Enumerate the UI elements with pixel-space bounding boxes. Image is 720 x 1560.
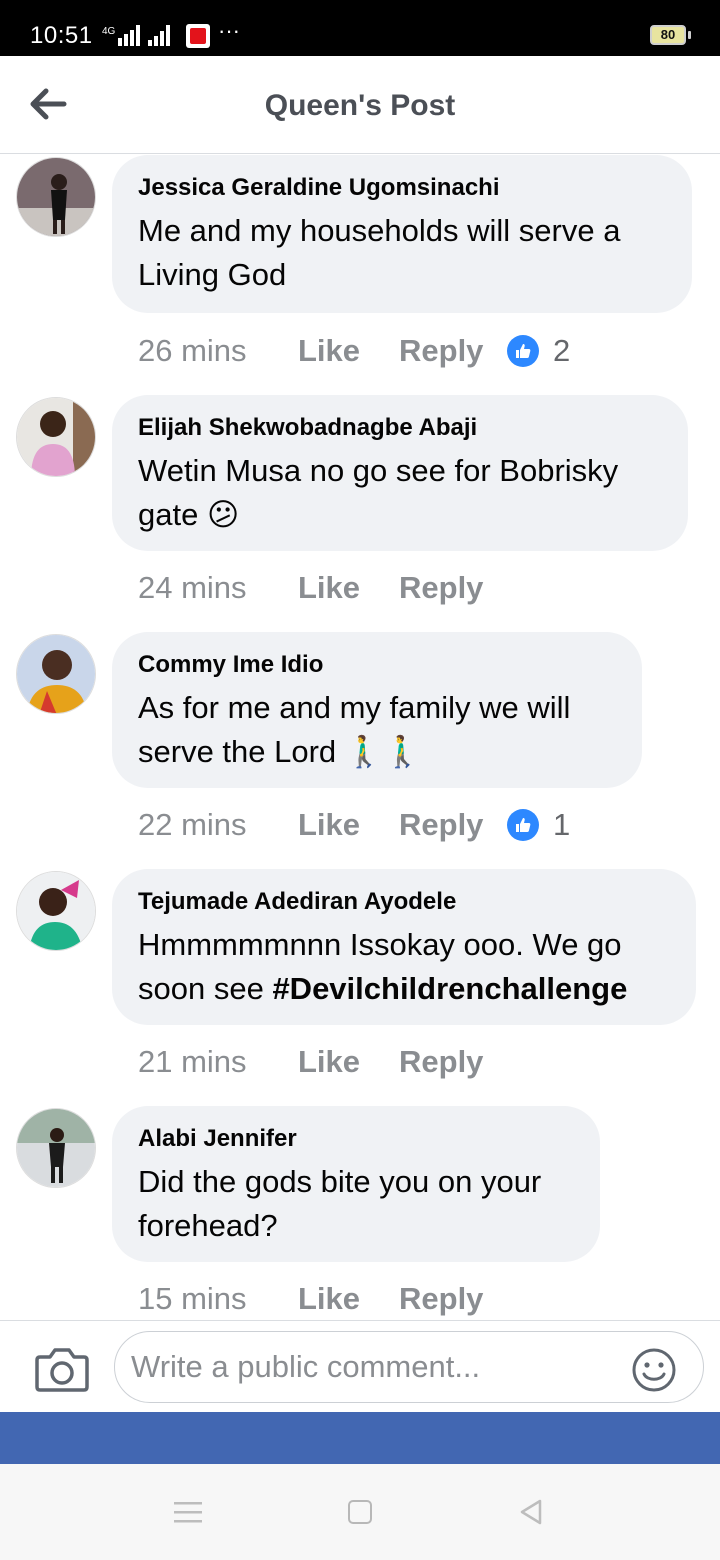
comment-author[interactable]: Elijah Shekwobadnagbe Abaji xyxy=(138,413,662,443)
avatar[interactable] xyxy=(16,157,96,237)
battery-level: 80 xyxy=(660,27,676,42)
page-title: Queen's Post xyxy=(264,89,456,122)
reaction-summary[interactable]: 2 xyxy=(507,331,570,371)
svg-text:4G: 4G xyxy=(102,26,116,37)
avatar[interactable] xyxy=(16,871,96,951)
camera-icon[interactable] xyxy=(34,1345,90,1393)
like-button[interactable]: Like xyxy=(298,1042,360,1082)
battery-nub xyxy=(688,31,691,39)
comment-time[interactable]: 26 mins xyxy=(138,331,247,371)
comment-bubble: Tejumade Adediran Ayodele Hmmmmmnnn Isso… xyxy=(112,869,696,1025)
comment-bubble: Jessica Geraldine Ugomsinachi Me and my … xyxy=(112,155,692,313)
avatar[interactable] xyxy=(16,1108,96,1188)
signal-icon: 4G xyxy=(102,25,170,46)
like-button[interactable]: Like xyxy=(298,805,360,845)
news-app-icon xyxy=(186,24,210,48)
status-bar: 10:51 4G ··· 80 xyxy=(0,0,720,56)
reply-button[interactable]: Reply xyxy=(399,331,483,371)
reaction-summary[interactable]: 1 xyxy=(507,805,570,845)
smiley-icon[interactable] xyxy=(631,1347,677,1393)
comment-time[interactable]: 15 mins xyxy=(138,1279,247,1319)
comment-author[interactable]: Commy Ime Idio xyxy=(138,650,616,680)
comment-time[interactable]: 21 mins xyxy=(138,1042,247,1082)
app-bottom-bar xyxy=(0,1412,720,1464)
thumbs-up-icon xyxy=(507,335,539,367)
status-time: 10:51 xyxy=(30,22,93,49)
more-notifications-icon: ··· xyxy=(218,18,240,43)
reaction-count: 1 xyxy=(553,807,571,842)
thumbs-up-icon xyxy=(507,809,539,841)
comment-list: Jessica Geraldine Ugomsinachi Me and my … xyxy=(0,155,720,1320)
home-icon[interactable] xyxy=(348,1500,372,1524)
comment-text: Did the gods bite you on your forehead? xyxy=(138,1164,542,1243)
comment-bubble: Alabi Jennifer Did the gods bite you on … xyxy=(112,1106,600,1262)
comment-text: Me and my households will serve a Living… xyxy=(138,213,621,292)
like-button[interactable]: Like xyxy=(298,331,360,371)
comment-input-box[interactable] xyxy=(114,1331,704,1403)
system-navigation-bar xyxy=(0,1464,720,1560)
like-button[interactable]: Like xyxy=(298,1279,360,1319)
comment-time[interactable]: 22 mins xyxy=(138,805,247,845)
app-header: Queen's Post xyxy=(0,56,720,154)
reaction-count: 2 xyxy=(553,333,571,368)
menu-icon[interactable] xyxy=(174,1500,202,1524)
comment-author[interactable]: Tejumade Adediran Ayodele xyxy=(138,887,670,917)
comment-time[interactable]: 24 mins xyxy=(138,568,247,608)
comment-bubble: Commy Ime Idio As for me and my family w… xyxy=(112,632,642,788)
avatar[interactable] xyxy=(16,397,96,477)
reply-button[interactable]: Reply xyxy=(399,805,483,845)
like-button[interactable]: Like xyxy=(298,568,360,608)
comment-text: As for me and my family we will serve th… xyxy=(138,690,571,769)
comment-author[interactable]: Jessica Geraldine Ugomsinachi xyxy=(138,173,666,203)
comment-composer xyxy=(0,1320,720,1412)
comment-text: Wetin Musa no go see for Bobrisky gate 😕 xyxy=(138,453,619,532)
comment-input[interactable] xyxy=(131,1340,611,1394)
reply-button[interactable]: Reply xyxy=(399,568,483,608)
comment-bubble: Elijah Shekwobadnagbe Abaji Wetin Musa n… xyxy=(112,395,688,551)
reply-button[interactable]: Reply xyxy=(399,1042,483,1082)
comment-text: Hmmmmmnnn Issokay ooo. We go soon see #D… xyxy=(138,923,670,1011)
battery-icon: 80 xyxy=(650,25,686,45)
hashtag-link[interactable]: #Devilchildrenchallenge xyxy=(272,971,627,1006)
reply-button[interactable]: Reply xyxy=(399,1279,483,1319)
comment-author[interactable]: Alabi Jennifer xyxy=(138,1124,574,1154)
avatar[interactable] xyxy=(16,634,96,714)
back-triangle-icon[interactable] xyxy=(518,1498,544,1526)
